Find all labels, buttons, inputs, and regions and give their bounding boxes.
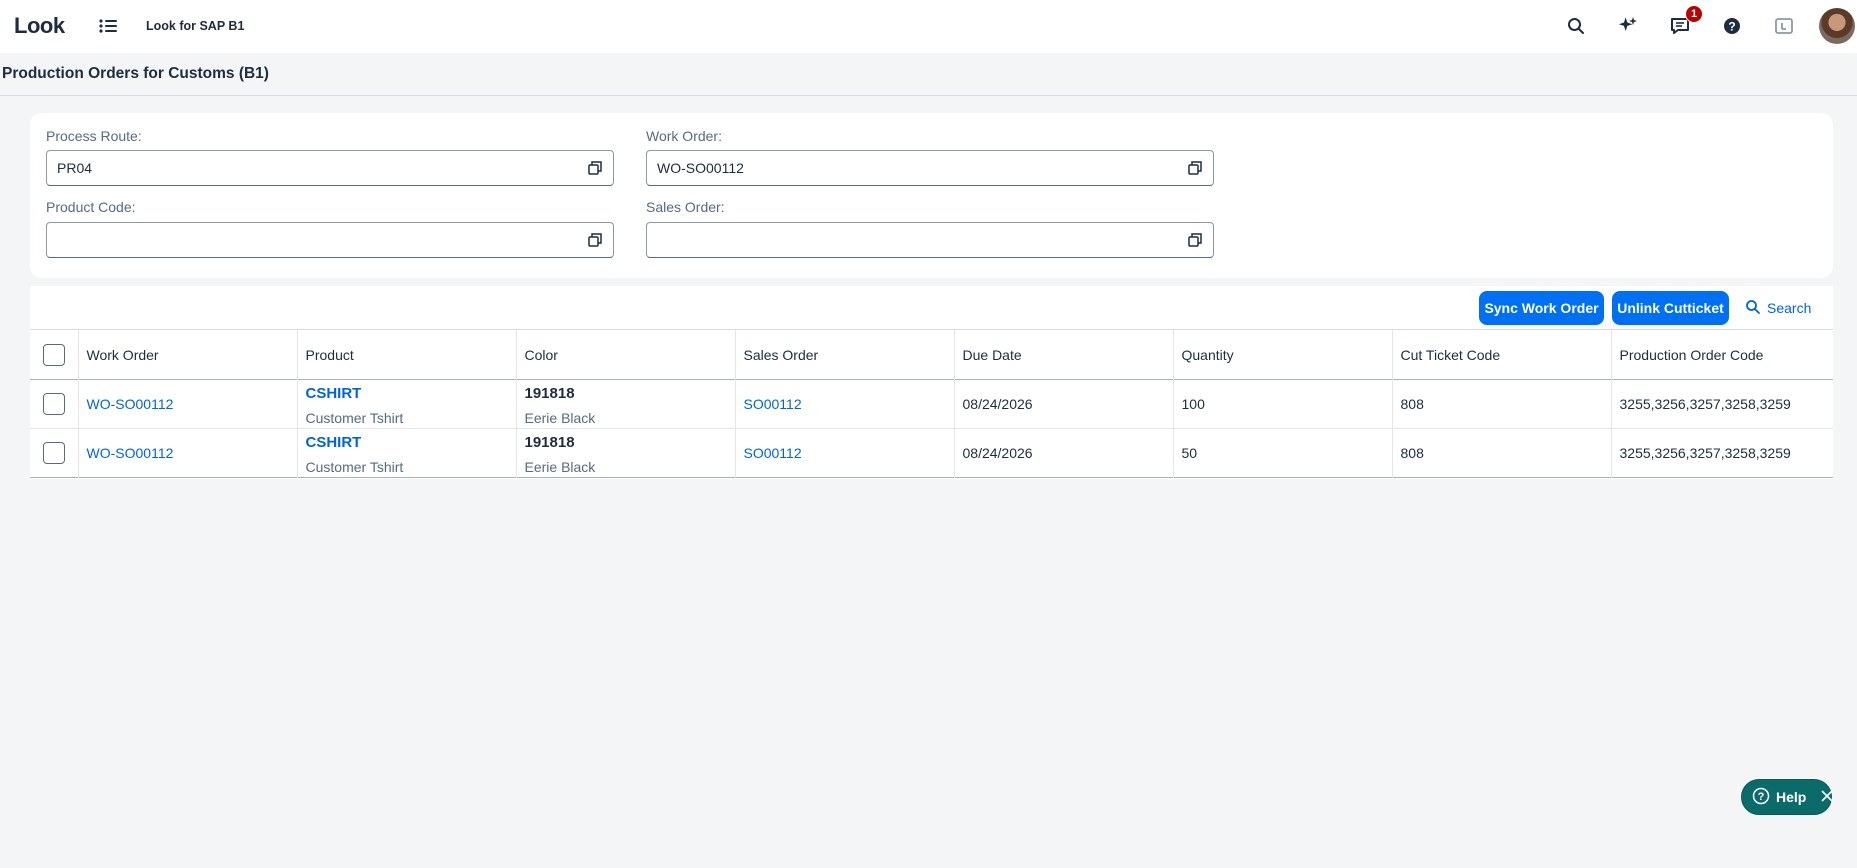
svg-text:?: ? — [1758, 791, 1765, 803]
product-code-field[interactable] — [46, 222, 614, 258]
sales-order-link[interactable]: SO00112 — [744, 396, 802, 412]
product-code-label: Product Code: — [46, 199, 136, 215]
due-date: 08/24/2026 — [962, 396, 1033, 412]
row-checkbox[interactable] — [42, 393, 65, 415]
sales-order-label: Sales Order: — [646, 199, 725, 215]
help-widget[interactable]: ? Help — [1741, 779, 1834, 815]
color-code: 191818 — [524, 433, 575, 451]
color-name: Eerie Black — [524, 409, 596, 426]
product-name: Customer Tshirt — [305, 458, 404, 475]
close-icon[interactable] — [1820, 789, 1834, 806]
column-header[interactable]: Work Order — [78, 329, 298, 380]
column-header[interactable]: Production Order Code — [1611, 330, 1833, 380]
quantity: 50 — [1181, 445, 1198, 461]
help-circle-icon: ? — [1752, 787, 1770, 808]
sales-order-link[interactable]: SO00112 — [744, 445, 802, 461]
table-row[interactable]: WO-SO00112 CSHIRT Customer Tshirt 191818… — [30, 428, 1833, 478]
work-order-label: Work Order: — [646, 128, 722, 144]
cut-ticket-code: 808 — [1400, 445, 1424, 461]
menu-list-icon[interactable] — [98, 15, 118, 37]
work-order-field[interactable]: WO-SO00112 — [646, 150, 1214, 186]
sparkle-ai-icon[interactable] — [1617, 15, 1639, 37]
help-widget-label: Help — [1776, 789, 1807, 805]
table-row[interactable]: WO-SO00112 CSHIRT Customer Tshirt 191818… — [30, 379, 1833, 429]
production-order-code: 3255,3256,3257,3258,3259 — [1619, 396, 1791, 412]
process-route-value[interactable]: PR04 — [57, 160, 587, 176]
select-all-checkbox[interactable] — [42, 343, 65, 366]
column-header[interactable]: Cut Ticket Code — [1392, 329, 1612, 380]
help-icon[interactable]: ? — [1721, 15, 1743, 37]
column-header[interactable]: Due Date — [954, 329, 1174, 380]
production-orders-table: Work Order Product Color Sales Order Due… — [30, 329, 1833, 478]
filter-bar: Process Route: PR04 Work Order: WO-SO001… — [30, 113, 1833, 278]
due-date: 08/24/2026 — [962, 445, 1033, 461]
side-panel-icon[interactable] — [1773, 15, 1795, 37]
work-order-link[interactable]: WO-SO00112 — [87, 445, 174, 461]
quantity: 100 — [1181, 396, 1205, 412]
column-header[interactable]: Sales Order — [735, 329, 955, 380]
search-icon[interactable] — [1565, 15, 1587, 37]
process-route-label: Process Route: — [46, 128, 142, 144]
app-title[interactable]: Look for SAP B1 — [146, 19, 244, 33]
column-header[interactable]: Quantity — [1173, 329, 1393, 380]
product-name: Customer Tshirt — [305, 409, 404, 426]
product-code-link[interactable]: CSHIRT — [306, 434, 508, 451]
work-order-link[interactable]: WO-SO00112 — [87, 396, 174, 412]
select-all-cell — [30, 329, 79, 380]
color-code: 191818 — [524, 384, 575, 402]
shell-bar: Look Look for SAP B1 1 ? — [0, 0, 1857, 53]
table-header-row: Work Order Product Color Sales Order Due… — [30, 329, 1833, 380]
app-logo[interactable]: Look — [14, 13, 65, 39]
column-header[interactable]: Color — [516, 329, 736, 380]
search-button-label: Search — [1767, 300, 1812, 316]
sales-order-field[interactable] — [646, 222, 1214, 258]
value-help-icon[interactable] — [587, 160, 603, 176]
work-order-value[interactable]: WO-SO00112 — [657, 160, 1187, 176]
process-route-field[interactable]: PR04 — [46, 150, 614, 186]
value-help-icon[interactable] — [587, 232, 603, 248]
avatar[interactable] — [1819, 8, 1855, 44]
cut-ticket-code: 808 — [1400, 396, 1424, 412]
row-checkbox[interactable] — [42, 442, 65, 464]
page-header: Production Orders for Customs (B1) — [0, 53, 1857, 96]
column-header[interactable]: Product — [297, 329, 517, 380]
search-button[interactable]: Search — [1745, 291, 1819, 325]
notification-badge: 1 — [1685, 5, 1703, 23]
unlink-cutticket-button[interactable]: Unlink Cutticket — [1612, 291, 1729, 325]
product-code-link[interactable]: CSHIRT — [306, 385, 508, 402]
color-name: Eerie Black — [524, 458, 596, 475]
sync-work-order-button[interactable]: Sync Work Order — [1479, 291, 1604, 325]
page-title: Production Orders for Customs (B1) — [2, 65, 269, 82]
production-order-code: 3255,3256,3257,3258,3259 — [1619, 445, 1791, 461]
search-icon — [1745, 299, 1761, 318]
svg-text:?: ? — [1728, 20, 1735, 34]
value-help-icon[interactable] — [1187, 160, 1203, 176]
value-help-icon[interactable] — [1187, 232, 1203, 248]
